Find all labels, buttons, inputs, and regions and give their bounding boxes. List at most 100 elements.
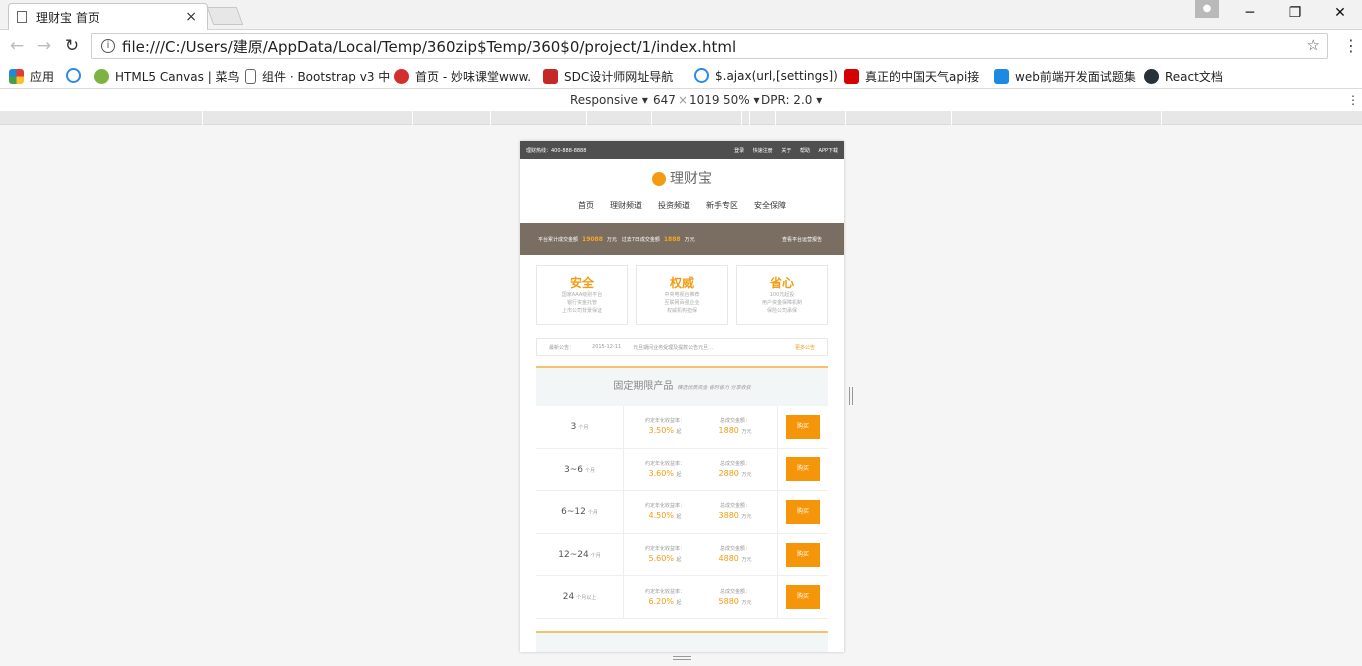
more-options-icon[interactable]: ⋮ (1347, 93, 1359, 107)
hotline: 理财热线：400-888-8888 (526, 147, 587, 154)
total-amount: 19088 (582, 235, 603, 243)
product-amount: 总成交金额： 2880 万元 (718, 460, 752, 478)
bookmark-favicon-icon (994, 69, 1009, 84)
viewport-width[interactable]: 647 (653, 93, 676, 107)
nav-item-security[interactable]: 安全保障 (754, 200, 786, 212)
bookmark-item[interactable]: 真正的中国天气api接 (844, 68, 979, 85)
address-text[interactable]: file:///C:/Users/建原/AppData/Local/Temp/3… (122, 36, 736, 57)
login-link[interactable]: 登录 (734, 148, 744, 154)
bookmark-item[interactable]: 首页 - 妙味课堂www. (394, 68, 531, 85)
product-row: 24 个月以上 约定年化收益率： 6.20% 起 总成交金额： 5880 万元 购买 (536, 576, 828, 619)
bookmark-item[interactable]: SDC设计师网址导航 (543, 68, 673, 85)
responsive-select[interactable]: Responsive ▾ (570, 93, 648, 107)
feature-cards: 安全 国家AAA级别平台 银行资金托管 上市公司背景保证 权威 中央电视台推荐 互联网百强… (520, 265, 844, 325)
app-download-link[interactable]: APP下载 (819, 148, 838, 154)
buy-button[interactable]: 购买 (786, 542, 820, 567)
resize-handle-right[interactable] (849, 387, 853, 405)
product-header: 固定期限产品 精选优质资金 省时省力 分享收获 (613, 381, 751, 392)
info-icon[interactable]: i (101, 39, 115, 53)
react-icon (1144, 69, 1159, 84)
product-term: 6~12 个月 (536, 491, 624, 533)
bookmark-apps[interactable]: 应用 (9, 68, 54, 85)
product-row: 3~6 个月 约定年化收益率： 3.60% 起 总成交金额： 2880 万元 购买 (536, 448, 828, 492)
product-amount: 总成交金额： 1880 万元 (718, 418, 752, 436)
stats-banner: 平台累计成交金额 19088 万元 过去7日成交金额 1888 万元 查看平台运营报告 (520, 223, 844, 255)
product-rate: 约定年化收益率： 3.60% 起 (644, 460, 685, 478)
product-rate: 约定年化收益率： 6.20% 起 (644, 588, 685, 606)
buy-button[interactable]: 购买 (786, 457, 820, 482)
media-query-ruler[interactable] (0, 111, 1362, 125)
bookmark-item[interactable]: HTML5 Canvas | 菜鸟 (94, 68, 240, 85)
buy-button[interactable]: 购买 (786, 499, 820, 524)
back-icon[interactable]: ← (7, 37, 27, 57)
bookmark-item[interactable]: $.ajax(url,[settings]) (694, 68, 838, 83)
row-divider (777, 491, 778, 533)
device-toolbar: Responsive ▾ 647 × 1019 50% ▾ DPR: 2.0 ▾… (0, 89, 1362, 111)
feature-card-safe: 安全 国家AAA级别平台 银行资金托管 上市公司背景保证 (536, 265, 628, 325)
bookmark-favicon-icon (844, 69, 859, 84)
profile-icon[interactable]: ● (1195, 0, 1219, 18)
row-divider (777, 448, 778, 491)
fixed-term-products: 固定期限产品 精选优质资金 省时省力 分享收获 3 个月 约定年化收益率： 3.50% … (536, 366, 828, 619)
product-row: 12~24 个月 约定年化收益率： 5.60% 起 总成交金额： 4880 万元 购买 (536, 533, 828, 577)
resize-handle-bottom[interactable] (673, 656, 691, 660)
window-close-icon[interactable]: ✕ (1318, 0, 1362, 28)
bookmark-item[interactable] (66, 68, 87, 83)
notice-link[interactable]: 元旦期间业务受理及提款公告元旦… (633, 344, 713, 351)
minimize-icon[interactable]: ─ (1228, 0, 1272, 28)
buy-button[interactable]: 购买 (786, 585, 820, 610)
product-rate: 约定年化收益率： 5.60% 起 (644, 546, 685, 564)
site-top-strip: 理财热线：400-888-8888 登录 快速注册 关于 帮助 APP下载 (520, 141, 844, 159)
tab-title: 理财宝 首页 (36, 10, 100, 25)
current-products-header (536, 630, 828, 652)
menu-icon[interactable]: ⋮ (1343, 36, 1359, 55)
buy-button[interactable]: 购买 (786, 414, 820, 439)
maximize-icon[interactable]: ❐ (1273, 0, 1317, 28)
nav-item-newbie[interactable]: 新手专区 (706, 200, 738, 212)
dpr-select[interactable]: DPR: 2.0 ▾ (761, 93, 822, 107)
product-term: 24 个月以上 (536, 576, 624, 618)
feature-card-authority: 权威 中央电视台推荐 互联网百强企业 权威机构担保 (636, 265, 728, 325)
about-link[interactable]: 关于 (781, 148, 791, 154)
weekly-amount: 1888 (663, 235, 681, 243)
product-amount: 总成交金额： 3880 万元 (718, 503, 752, 521)
reload-icon[interactable]: ↻ (62, 37, 82, 57)
tab-strip: 理财宝 首页 × ● ─ ❐ ✕ (0, 0, 1362, 30)
product-term: 3~6 个月 (536, 448, 624, 491)
bookmark-star-icon[interactable]: ☆ (1307, 36, 1320, 54)
bookmarks-bar: 应用 HTML5 Canvas | 菜鸟 组件 · Bootstrap v3 中… (0, 64, 1362, 89)
product-rate: 约定年化收益率： 3.50% 起 (644, 418, 685, 436)
apps-icon (9, 69, 24, 84)
emulated-viewport: 理财热线：400-888-8888 登录 快速注册 关于 帮助 APP下载 理财… (520, 141, 844, 652)
site-logo[interactable]: 理财宝 (520, 168, 844, 188)
more-notices-link[interactable]: 更多公告 (795, 344, 815, 351)
bookmark-favicon-icon (543, 69, 558, 84)
report-link[interactable]: 查看平台运营报告 (782, 236, 822, 243)
row-divider (777, 576, 778, 618)
bookmark-item[interactable]: 组件 · Bootstrap v3 中 (245, 68, 390, 85)
bookmark-favicon-icon (94, 69, 109, 84)
bookmark-favicon-icon (394, 69, 409, 84)
bookmark-item[interactable]: web前端开发面试题集 (994, 68, 1136, 85)
help-link[interactable]: 帮助 (800, 148, 810, 154)
nav-item-finance[interactable]: 理财频道 (610, 200, 642, 212)
row-divider (777, 406, 778, 448)
nav-item-home[interactable]: 首页 (578, 200, 594, 212)
bookmark-favicon-icon (694, 68, 709, 83)
address-bar[interactable]: i file:///C:/Users/建原/AppData/Local/Temp… (91, 33, 1328, 59)
site-nav: 首页 理财频道 投资频道 新手专区 安全保障 (520, 200, 844, 212)
bookmark-item[interactable]: React文档 (1144, 68, 1223, 85)
browser-tab[interactable]: 理财宝 首页 × (8, 3, 208, 30)
zoom-select[interactable]: 50% ▾ (723, 93, 760, 107)
new-tab-button[interactable] (206, 7, 244, 25)
product-amount: 总成交金额： 5880 万元 (718, 588, 752, 606)
bookmark-favicon-icon (66, 68, 81, 83)
close-tab-icon[interactable]: × (185, 9, 197, 25)
nav-item-invest[interactable]: 投资频道 (658, 200, 690, 212)
page-icon (245, 69, 256, 84)
viewport-height[interactable]: 1019 (689, 93, 720, 107)
product-row: 6~12 个月 约定年化收益率： 4.50% 起 总成交金额： 3880 万元 购买 (536, 491, 828, 534)
register-link[interactable]: 快速注册 (753, 148, 773, 154)
forward-icon[interactable]: → (34, 37, 54, 57)
times-sign: × (678, 93, 689, 107)
